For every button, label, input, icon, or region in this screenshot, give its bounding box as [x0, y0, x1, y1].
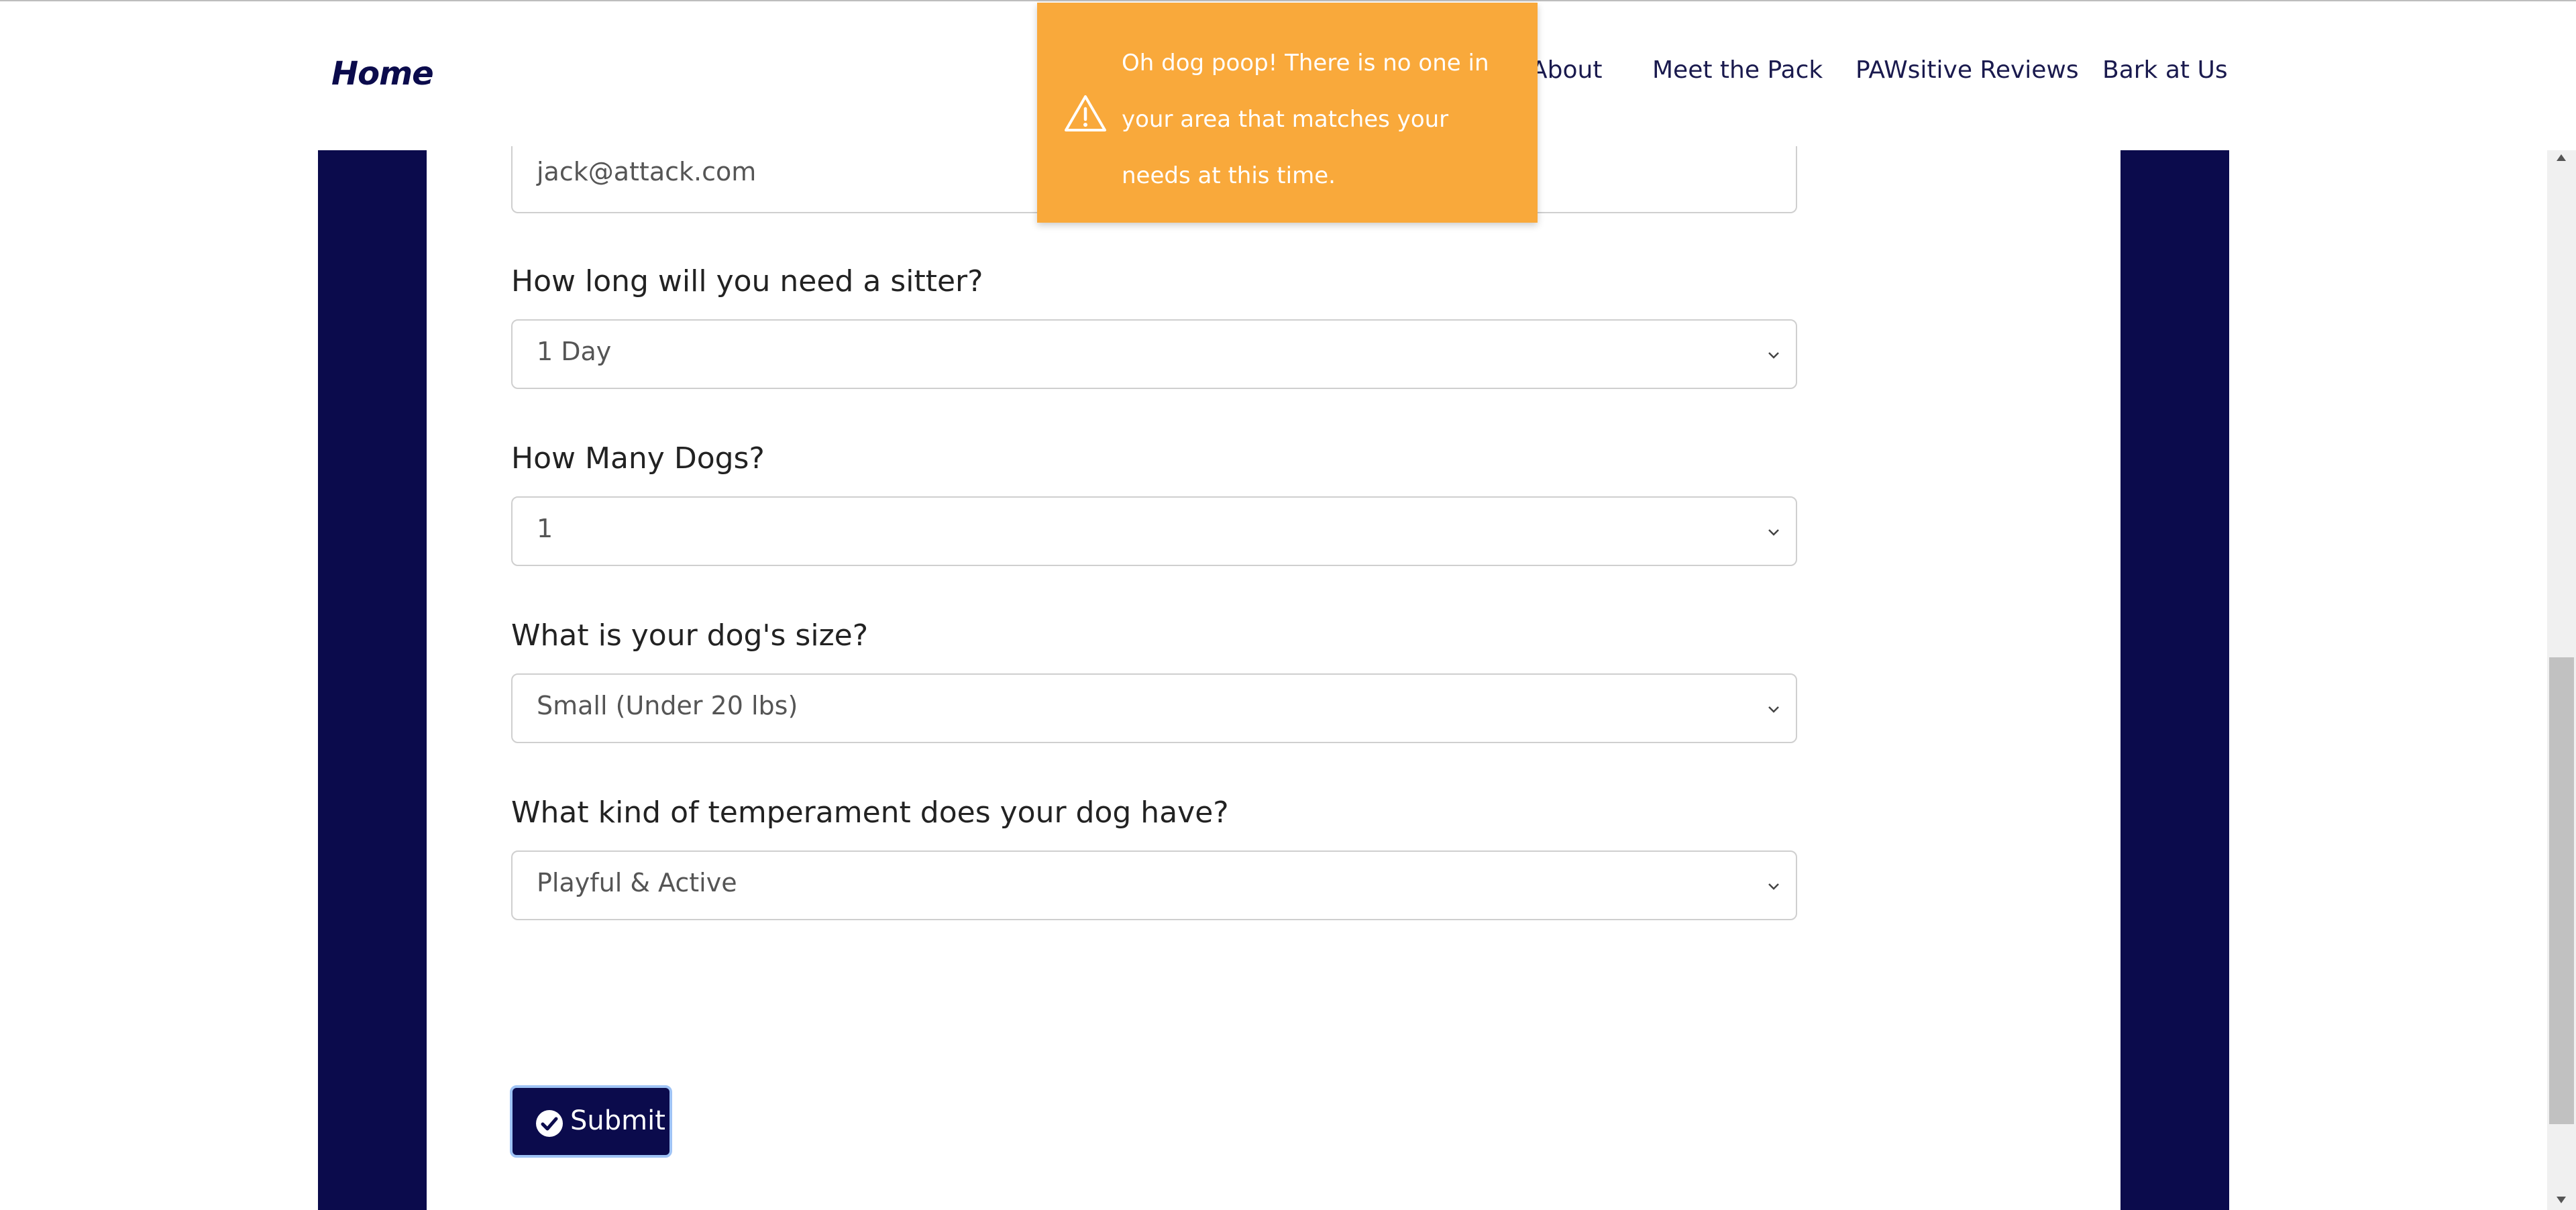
scrollbar-thumb[interactable] [2549, 657, 2574, 1124]
temperament-select-value: Playful & Active [537, 868, 737, 897]
scroll-up-arrow-icon[interactable] [2555, 153, 2567, 162]
submit-button-label: Submit [570, 1105, 665, 1136]
nav-link-about[interactable]: About [1531, 56, 1602, 84]
nav-link-pawsitive-reviews[interactable]: PAWsitive Reviews [1856, 56, 2079, 84]
submit-button[interactable]: Submit [510, 1085, 672, 1158]
dog-count-select-value: 1 [537, 514, 553, 543]
error-toast: Oh dog poop! There is no one in your are… [1037, 3, 1538, 223]
scroll-down-arrow-icon[interactable] [2555, 1195, 2567, 1205]
chevron-down-icon [1768, 883, 1779, 890]
temperament-select[interactable]: Playful & Active [511, 850, 1797, 920]
duration-label: How long will you need a sitter? [511, 264, 983, 298]
brand-home-link[interactable]: Home [331, 55, 434, 93]
check-circle-icon [536, 1110, 563, 1137]
chevron-down-icon [1768, 529, 1779, 536]
right-navy-band [2121, 150, 2229, 1210]
toast-message: Oh dog poop! There is no one in your are… [1122, 50, 1489, 189]
dog-count-label: How Many Dogs? [511, 441, 765, 476]
nav-link-meet-the-pack[interactable]: Meet the Pack [1652, 56, 1823, 84]
page-scrollbar[interactable] [2547, 150, 2576, 1210]
chevron-down-icon [1768, 706, 1779, 713]
left-navy-band [318, 150, 427, 1210]
email-field-value: jack@attack.com [537, 157, 757, 186]
warning-icon [1065, 95, 1106, 131]
temperament-label: What kind of temperament does your dog h… [511, 795, 1229, 830]
page: Home About Meet the Pack PAWsitive Revie… [0, 0, 2576, 1210]
dog-size-select[interactable]: Small (Under 20 lbs) [511, 673, 1797, 743]
dog-size-select-value: Small (Under 20 lbs) [537, 691, 798, 720]
duration-select[interactable]: 1 Day [511, 319, 1797, 389]
dog-size-label: What is your dog's size? [511, 618, 869, 653]
dog-count-select[interactable]: 1 [511, 496, 1797, 566]
duration-select-value: 1 Day [537, 337, 612, 366]
nav-link-bark-at-us[interactable]: Bark at Us [2102, 56, 2228, 84]
chevron-down-icon [1768, 352, 1779, 359]
